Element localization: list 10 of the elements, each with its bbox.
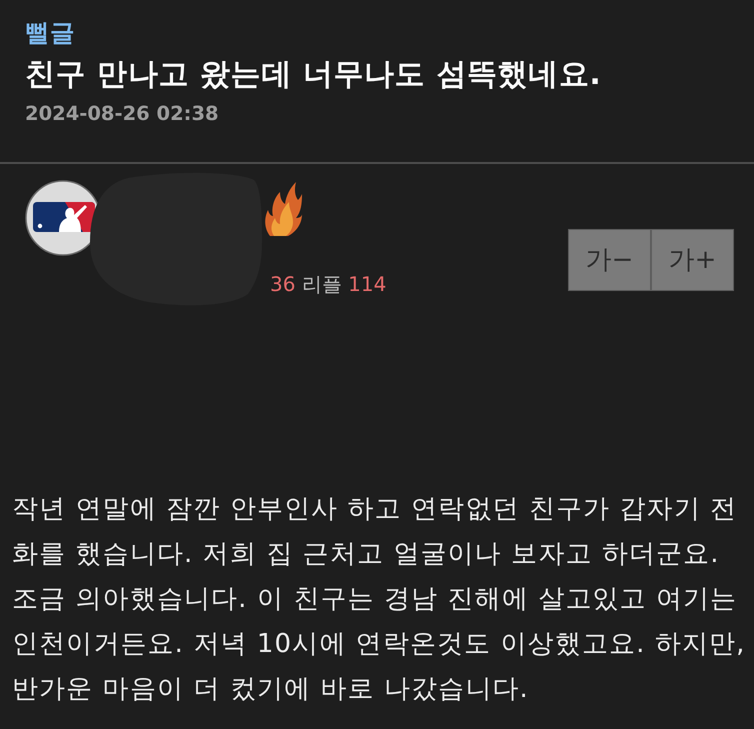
category-label: 뻘글	[25, 17, 76, 49]
post-title: 친구 만나고 왔는데 너무나도 섬뜩했네요.	[25, 56, 602, 94]
stat-label: 리플	[302, 272, 342, 296]
post-date: 2024-08-26 02:38	[25, 101, 220, 127]
font-increase-button[interactable]: 가+	[651, 229, 734, 291]
post-body-text: 작년 연말에 잠깐 안부인사 하고 연락없던 친구가 갑자기 전화를 했습니다. 저희 집 근처고 얼굴이나 보자고 하더군요. 조금 의아했습니다. 이 친구는 경남 진해에 살고있고 여기는 인천이거든요. 저녁 10시에 연락온것도 이상했고요. 하지만, 반가운 마음이 더 컸기에 바로 나갔습니다.	[11, 493, 747, 706]
flame-icon	[262, 182, 302, 236]
font-decrease-button[interactable]: 가−	[568, 229, 651, 291]
stat-count: 36	[270, 272, 296, 296]
stat-count: 114	[348, 272, 386, 296]
